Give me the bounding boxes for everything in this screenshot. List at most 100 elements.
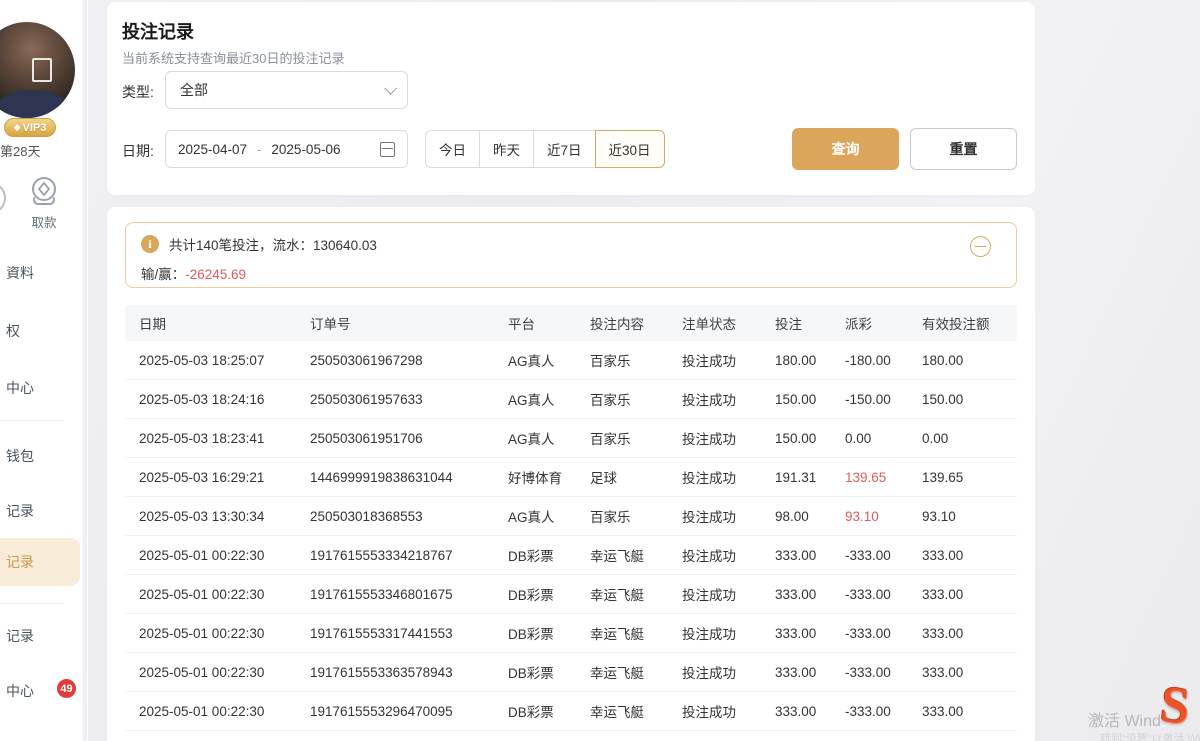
cell-valid-bet: 180.00 [922,353,1017,368]
sidebar-item-profile[interactable]: 資料 [6,263,34,283]
withdraw-shortcut[interactable]: 取款 [22,174,66,231]
cell-order-id: 250503061951706 [310,431,508,446]
cell-bet-content: 幸运飞艇 [590,545,682,565]
col-bet-amount: 投注 [775,313,845,333]
deposit-icon[interactable] [0,182,6,214]
col-payout: 派彩 [845,313,922,333]
cell-date: 2025-05-03 18:24:16 [139,392,310,407]
collapse-summary-button[interactable] [970,236,991,257]
cell-date: 2025-05-03 16:29:21 [139,470,310,485]
cell-valid-bet: 139.65 [922,470,1017,485]
cell-platform: AG真人 [508,428,590,448]
table-row[interactable]: 2025-05-01 00:22:30 1917615553296470095 … [125,692,1017,731]
table-row[interactable]: 2025-05-01 00:22:30 1917615553363578943 … [125,653,1017,692]
cell-platform: DB彩票 [508,662,590,682]
cell-valid-bet: 333.00 [922,704,1017,719]
quick-yesterday-button[interactable]: 昨天 [479,130,534,168]
records-card: i 共计140笔投注，流水：130640.03 输/赢：-26245.69 日期… [107,207,1035,741]
quick-today-button[interactable]: 今日 [425,130,480,168]
summary-banner: i 共计140笔投注，流水：130640.03 输/赢：-26245.69 [125,222,1017,288]
cell-platform: AG真人 [508,350,590,370]
sidebar: ◆ VIP3 第28天 取款 資料 权 中心 钱包 记录 记录 记录 中心 49 [0,0,88,741]
table-row[interactable]: 2025-05-01 00:22:30 1917615553346801675 … [125,575,1017,614]
sidebar-item-betting-records[interactable]: 记录 [6,552,34,572]
cell-bet-status: 投注成功 [682,701,775,721]
sidebar-item-wallet[interactable]: 钱包 [6,446,34,466]
cell-payout: -150.00 [845,392,922,407]
cell-bet-content: 百家乐 [590,350,682,370]
cell-payout: -333.00 [845,548,922,563]
sidebar-item-deposit-records[interactable]: 记录 [6,501,34,521]
cell-bet-status: 投注成功 [682,428,775,448]
quick-30days-button[interactable]: 近30日 [595,130,665,168]
quick-range-group: 今日 昨天 近7日 近30日 [425,130,665,168]
cell-bet-status: 投注成功 [682,389,775,409]
cell-order-id: 250503061957633 [310,392,508,407]
sidebar-item-authorization[interactable]: 权 [6,321,20,341]
sidebar-scrollbar[interactable] [83,0,87,741]
reset-button[interactable]: 重置 [910,128,1017,170]
cell-payout: 93.10 [845,509,922,524]
cell-bet-amount: 180.00 [775,353,845,368]
cell-order-id: 1917615553363578943 [310,665,508,680]
type-select-value: 全部 [180,80,384,100]
avatar[interactable] [0,22,75,118]
cell-bet-content: 足球 [590,467,682,487]
cell-order-id: 1917615553334218767 [310,548,508,563]
cell-platform: DB彩票 [508,701,590,721]
cell-date: 2025-05-03 13:30:34 [139,509,310,524]
sidebar-item-center[interactable]: 中心 [6,378,34,398]
table-row[interactable]: 2025-05-03 18:24:16 250503061957633 AG真人… [125,380,1017,419]
vip-level-label: VIP3 [23,122,47,134]
table-row[interactable]: 2025-05-03 13:30:34 250503018368553 AG真人… [125,497,1017,536]
table-row[interactable]: 2025-05-01 00:22:30 1917615553317441553 … [125,614,1017,653]
cell-date: 2025-05-01 00:22:30 [139,626,310,641]
sidebar-item-message-center[interactable]: 中心 [6,681,34,701]
cell-payout: 139.65 [845,470,922,485]
date-start-value: 2025-04-07 [178,142,247,157]
activate-windows-watermark: 激活 Wind [1088,707,1161,731]
type-select[interactable]: 全部 [165,71,408,109]
col-bet-content: 投注内容 [590,313,682,333]
cell-date: 2025-05-01 00:22:30 [139,587,310,602]
withdraw-icon [26,174,62,210]
cell-date: 2025-05-03 18:23:41 [139,431,310,446]
cell-bet-content: 幸运飞艇 [590,584,682,604]
chevron-down-icon [384,82,397,95]
cell-bet-amount: 191.31 [775,470,845,485]
page-title: 投注记录 [122,18,194,44]
cell-order-id: 250503061967298 [310,353,508,368]
cell-payout: 0.00 [845,431,922,446]
quick-7days-button[interactable]: 近7日 [533,130,596,168]
cell-date: 2025-05-01 00:22:30 [139,665,310,680]
cell-date: 2025-05-01 00:22:30 [139,704,310,719]
col-date: 日期 [139,313,310,333]
cell-bet-content: 幸运飞艇 [590,701,682,721]
cell-bet-status: 投注成功 [682,506,775,526]
cell-platform: 好博体育 [508,467,590,487]
table-body: 2025-05-03 18:25:07 250503061967298 AG真人… [125,341,1017,731]
table-row[interactable]: 2025-05-01 00:22:30 1917615553334218767 … [125,536,1017,575]
date-end-value: 2025-05-06 [271,142,340,157]
avatar-shirt [0,90,67,118]
cell-bet-content: 百家乐 [590,428,682,448]
info-icon: i [141,235,159,253]
table-row[interactable]: 2025-05-03 18:25:07 250503061967298 AG真人… [125,341,1017,380]
table-row[interactable]: 2025-05-03 16:29:21 1446999919838631044 … [125,458,1017,497]
date-range-input[interactable]: 2025-04-07 - 2025-05-06 [165,130,408,168]
withdraw-label: 取款 [22,212,66,231]
message-count-badge: 49 [57,679,76,698]
service-logo-icon[interactable]: S [1157,675,1200,741]
query-button[interactable]: 查询 [792,128,899,170]
date-separator: - [257,142,261,157]
table-row[interactable]: 2025-05-03 18:23:41 250503061951706 AG真人… [125,419,1017,458]
cell-valid-bet: 333.00 [922,665,1017,680]
cell-order-id: 250503018368553 [310,509,508,524]
cell-bet-content: 百家乐 [590,389,682,409]
betting-records-page: ◆ VIP3 第28天 取款 資料 权 中心 钱包 记录 记录 记录 中心 49… [0,0,1200,741]
cell-bet-amount: 333.00 [775,587,845,602]
sidebar-item-transaction-records[interactable]: 记录 [6,626,34,646]
page-subtitle: 当前系统支持查询最近30日的投注记录 [122,48,344,67]
cell-order-id: 1917615553346801675 [310,587,508,602]
cell-bet-status: 投注成功 [682,623,775,643]
